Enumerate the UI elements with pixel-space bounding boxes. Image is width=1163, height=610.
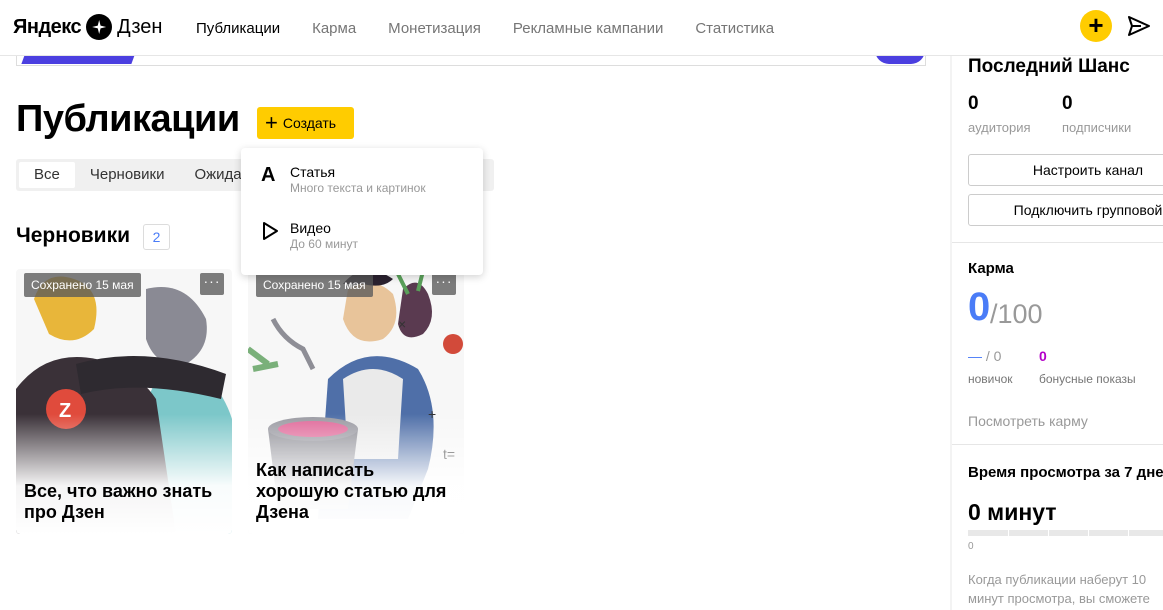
views-note-line: минут просмотра, вы сможете <box>968 591 1150 606</box>
bonus-value: 0 <box>1039 348 1047 364</box>
top-header: Яндекс Дзен Публикации Карма Монетизация… <box>0 0 1163 56</box>
karma-value: 0 <box>968 285 991 329</box>
send-icon[interactable] <box>1127 15 1151 37</box>
logo-brand: Яндекс <box>13 15 82 38</box>
views-note-line: Когда публикации наберут 10 <box>968 572 1147 587</box>
newbie-value: — / 0 <box>968 348 1001 364</box>
saved-badge: Сохранено 15 мая <box>256 273 373 297</box>
connect-group-button[interactable]: Подключить групповой <box>968 194 1163 226</box>
draft-card[interactable]: × + t= Сохранено 15 мая ··· Как написать… <box>248 269 464 534</box>
more-options-icon[interactable]: ··· <box>432 273 456 295</box>
promo-banner[interactable] <box>16 56 926 66</box>
subscribers-count: 0 <box>1062 93 1073 114</box>
tab-all[interactable]: Все <box>19 162 75 188</box>
page-title: Публикации <box>16 98 240 140</box>
create-dropdown-menu: A Статья Много текста и картинок Видео Д… <box>241 148 483 275</box>
dzen-star-icon <box>86 14 113 40</box>
audience-count: 0 <box>968 93 979 114</box>
channel-sidebar: Последний Шанс 0 аудитория 0 подписчики … <box>952 56 1163 610</box>
nav-item-statistics[interactable]: Статистика <box>695 20 774 37</box>
divider <box>952 242 1163 243</box>
drafts-heading: Черновики <box>16 224 131 247</box>
banner-shape <box>21 56 139 64</box>
newbie-rest: / 0 <box>982 348 1002 364</box>
karma-max: /100 <box>990 299 1043 329</box>
menu-item-label: Видео <box>290 220 331 236</box>
tab-drafts[interactable]: Черновики <box>75 162 180 188</box>
newbie-label: новичок <box>968 372 1013 386</box>
menu-item-label: Статья <box>290 164 336 180</box>
create-plus-icon[interactable]: + <box>1080 10 1112 42</box>
divider <box>952 444 1163 445</box>
view-karma-link[interactable]: Посмотреть карму <box>968 413 1088 429</box>
views-heading: Время просмотра за 7 дне <box>968 464 1163 481</box>
progress-zero-label: 0 <box>968 541 974 552</box>
configure-channel-button[interactable]: Настроить канал <box>968 154 1163 186</box>
views-value: 0 минут <box>968 499 1057 525</box>
newbie-dash: — <box>968 348 982 364</box>
views-note: Когда публикации наберут 10 минут просмо… <box>968 570 1163 608</box>
channel-name[interactable]: Последний Шанс <box>968 56 1130 78</box>
main-nav: Публикации Карма Монетизация Рекламные к… <box>196 0 806 56</box>
more-options-icon[interactable]: ··· <box>200 273 224 295</box>
karma-heading: Карма <box>968 260 1014 277</box>
draft-card[interactable]: Z Сохранено 15 мая ··· Все, что важно зн… <box>16 269 232 534</box>
svg-text:×: × <box>398 316 406 332</box>
views-progress-bar <box>968 530 1163 536</box>
create-button-label: Создать <box>282 115 337 131</box>
nav-item-publications[interactable]: Публикации <box>196 20 280 37</box>
create-button[interactable]: + Создать <box>257 107 354 139</box>
plus-icon: + <box>265 110 278 135</box>
article-icon: A <box>261 164 276 186</box>
logo-product: Дзен <box>117 15 163 38</box>
yandex-dzen-logo[interactable]: Яндекс Дзен <box>13 12 162 42</box>
bonus-label: бонусные показы <box>1039 372 1136 386</box>
menu-item-article[interactable]: A Статья Много текста и картинок <box>241 148 483 204</box>
main-content: Публикации + Создать Все Черновики Ожида… <box>0 56 950 610</box>
saved-badge: Сохранено 15 мая <box>24 273 141 297</box>
nav-item-karma[interactable]: Карма <box>312 20 356 37</box>
menu-item-video[interactable]: Видео До 60 минут <box>241 204 483 260</box>
menu-item-description: До 60 минут <box>290 237 359 251</box>
nav-item-monetization[interactable]: Монетизация <box>388 20 481 37</box>
audience-label: аудитория <box>968 120 1031 135</box>
card-title[interactable]: Все, что важно знать про Дзен <box>24 481 229 523</box>
nav-item-ad-campaigns[interactable]: Рекламные кампании <box>513 20 663 37</box>
card-title[interactable]: Как написать хорошую статью для Дзена <box>256 460 461 523</box>
drafts-count-badge: 2 <box>143 224 170 250</box>
play-icon <box>263 222 278 240</box>
subscribers-label: подписчики <box>1062 120 1132 135</box>
menu-item-description: Много текста и картинок <box>290 181 426 195</box>
banner-button[interactable] <box>875 56 925 64</box>
